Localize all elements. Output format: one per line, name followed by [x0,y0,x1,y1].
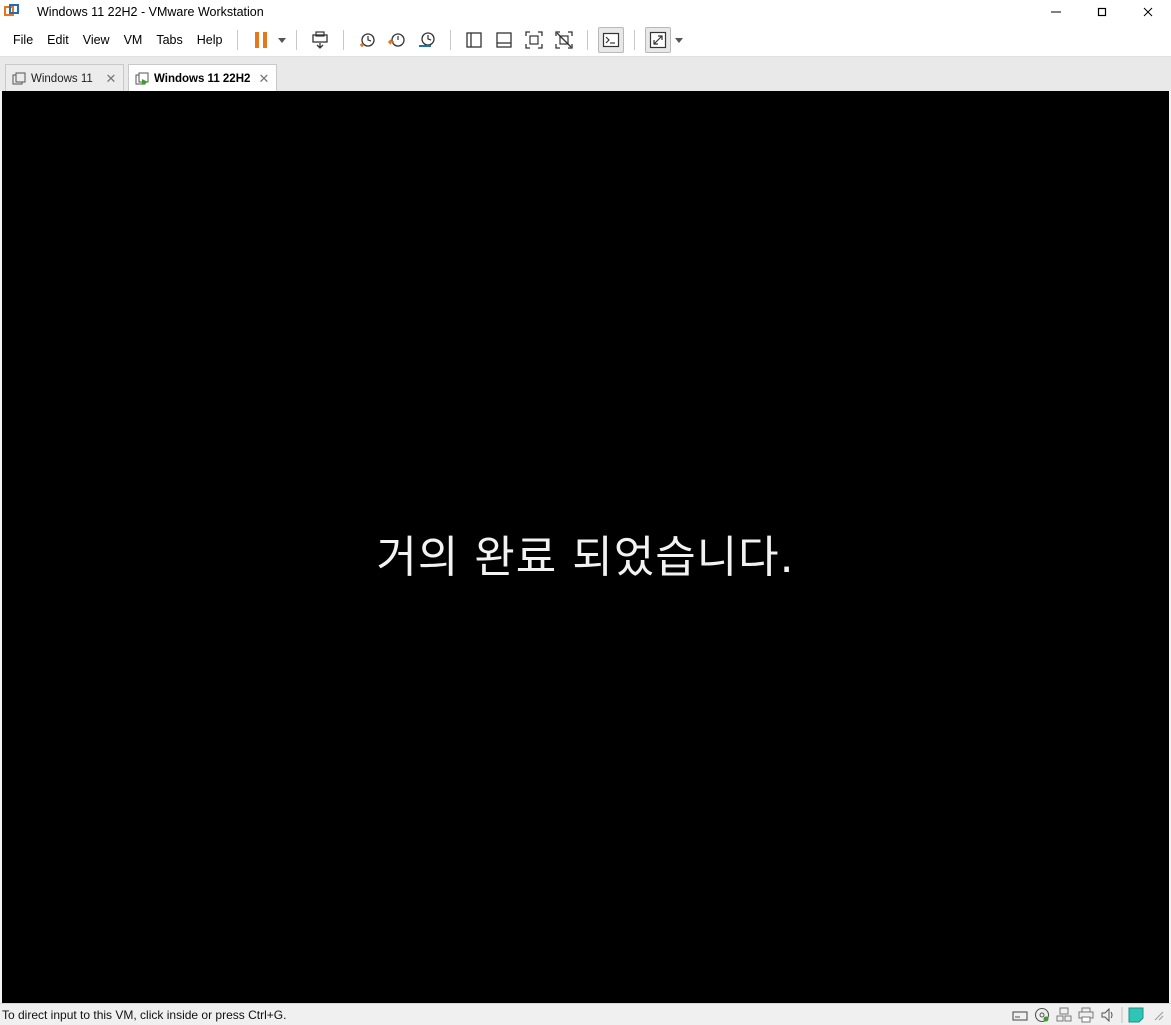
close-icon[interactable] [1125,0,1171,24]
chevron-down-icon[interactable] [673,27,685,53]
tab-windows-11-22h2[interactable]: Windows 11 22H2 ✕ [128,64,277,92]
cd-dvd-icon[interactable] [1033,1007,1051,1023]
no-fit-icon[interactable] [551,27,577,53]
tab-label: Windows 11 [31,72,93,85]
library-view-icon[interactable] [461,27,487,53]
snapshot-manager-icon[interactable] [414,27,440,53]
vm-console-display[interactable]: 거의 완료 되었습니다. [2,91,1169,1003]
device-icons [1007,1006,1167,1024]
toolbar-separator [634,30,636,50]
window-controls [1033,0,1171,24]
menu-edit[interactable]: Edit [40,33,76,47]
menu-file[interactable]: File [0,33,40,47]
hard-disk-icon[interactable] [1011,1007,1029,1023]
status-bar: To direct input to this VM, click inside… [0,1003,1171,1025]
menu-vm[interactable]: VM [117,33,150,47]
snapshot-icon[interactable] [354,27,380,53]
sound-icon[interactable] [1099,1007,1117,1023]
console-view-icon[interactable] [598,27,625,53]
menu-tabs[interactable]: Tabs [149,33,189,47]
close-icon[interactable]: ✕ [256,71,272,87]
send-ctrl-alt-del-icon[interactable] [307,27,333,53]
status-separator [1121,1007,1123,1023]
vmware-logo-icon [4,4,20,20]
menu-help[interactable]: Help [190,33,230,47]
revert-snapshot-icon[interactable] [384,27,410,53]
menu-view[interactable]: View [76,33,117,47]
status-text: To direct input to this VM, click inside… [2,1007,287,1022]
network-icon[interactable] [1055,1007,1073,1023]
pause-icon[interactable] [248,27,274,53]
minimize-icon[interactable] [1033,0,1079,24]
fit-guest-icon[interactable] [521,27,547,53]
toolbar-separator [296,30,298,50]
printer-icon[interactable] [1077,1007,1095,1023]
toolbar-separator [343,30,345,50]
vm-running-icon [135,72,149,86]
menu-toolbar: File Edit View VM Tabs Help [0,24,1171,56]
chevron-down-icon[interactable] [276,27,288,53]
tab-windows-11[interactable]: Windows 11 ✕ [5,64,124,92]
thumbnail-view-icon[interactable] [491,27,517,53]
toolbar-separator [237,30,239,50]
resize-grip-icon[interactable] [1149,1007,1167,1023]
window-title: Windows 11 22H2 - VMware Workstation [37,5,264,19]
tab-strip: Windows 11 ✕ Windows 11 22H2 ✕ [0,56,1171,92]
maximize-icon[interactable] [1079,0,1125,24]
message-icon[interactable] [1127,1007,1145,1023]
vm-icon [12,72,26,86]
title-bar: Windows 11 22H2 - VMware Workstation [0,0,1171,24]
toolbar-separator [450,30,452,50]
full-screen-icon[interactable] [645,27,672,53]
tab-label: Windows 11 22H2 [154,72,251,85]
vm-setup-message: 거의 완료 되었습니다. [376,532,795,583]
toolbar-separator [587,30,589,50]
close-icon[interactable]: ✕ [103,71,119,87]
